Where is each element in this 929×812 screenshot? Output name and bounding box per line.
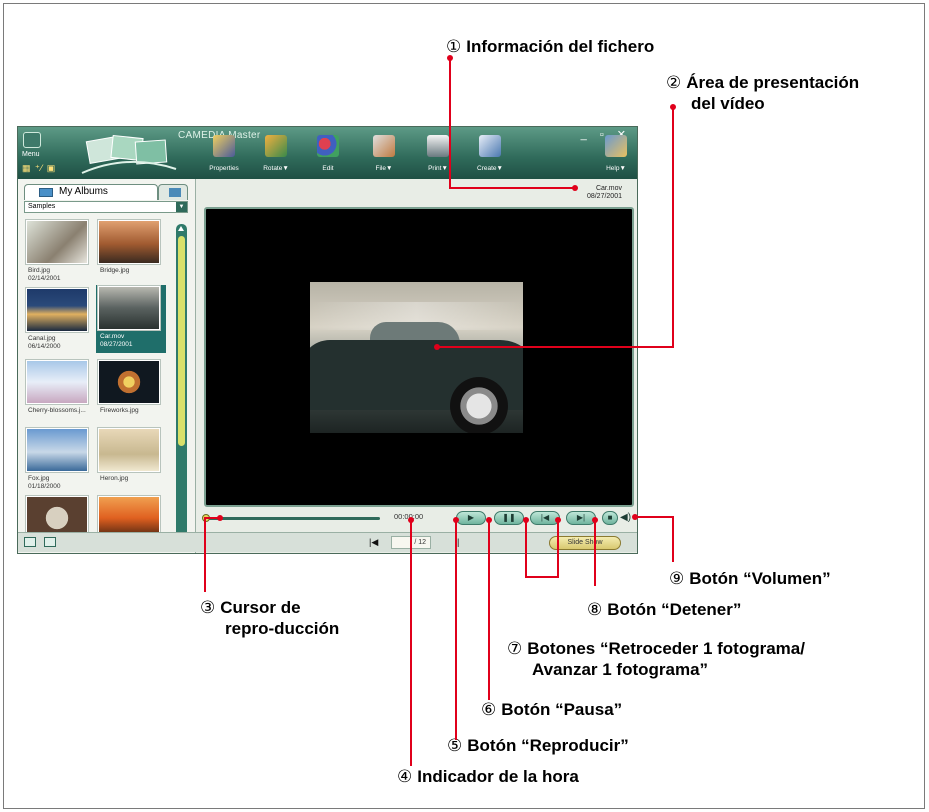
thumbnail-item[interactable]: Fireworks.jpg xyxy=(96,359,166,427)
title-bar: Menu ▦ ⁺⁄ ▣ CAMEDIA Master _ ▫ ✕ Propert… xyxy=(18,127,637,179)
annotation-play-button: ⑤ Botón “Reproducir” xyxy=(447,736,629,755)
last-page-icon[interactable]: | xyxy=(457,537,459,547)
thumbnail-item[interactable]: Heron.jpg xyxy=(96,427,166,495)
create-button[interactable]: Create▼ xyxy=(470,135,510,172)
video-frame xyxy=(310,282,523,433)
slideshow-button[interactable]: Slide Show xyxy=(549,536,621,550)
scroll-up-icon[interactable] xyxy=(178,226,184,231)
edit-icon xyxy=(317,135,339,157)
stop-button[interactable]: ■ xyxy=(602,511,618,525)
edit-button[interactable]: Edit xyxy=(308,135,348,172)
rotate-button[interactable]: Rotate▼ xyxy=(256,135,296,172)
file-icon xyxy=(373,135,395,157)
menu-icon[interactable] xyxy=(23,132,41,148)
logo-art-icon xyxy=(81,134,177,174)
thumbnail-image xyxy=(26,288,88,332)
print-icon xyxy=(427,135,449,157)
annotation-file-info: ① Información del fichero xyxy=(446,37,655,56)
thumbnail-image xyxy=(98,428,160,472)
playback-cursor[interactable] xyxy=(202,514,210,522)
properties-button[interactable]: Properties xyxy=(204,135,244,172)
help-icon xyxy=(605,135,627,157)
create-icon xyxy=(479,135,501,157)
pause-button[interactable]: ❚❚ xyxy=(494,511,524,525)
thumbnail-image xyxy=(26,360,88,404)
thumbnail-image xyxy=(98,360,160,404)
album-icon xyxy=(39,188,53,197)
annotation-playback-cursor: ③ Cursor de repro-ducción xyxy=(200,598,340,638)
thumbnail-image xyxy=(26,220,88,264)
album-select[interactable]: Samples ▼ xyxy=(24,201,188,213)
thumbnail-item[interactable]: Bird.jpg 02/14/2001 xyxy=(24,219,94,287)
file-button[interactable]: File▼ xyxy=(364,135,404,172)
page-indicator: / 12 xyxy=(391,536,431,549)
volume-button[interactable]: ◀) xyxy=(620,512,631,523)
thumbnail-item-selected[interactable]: Car.mov 08/27/2001 xyxy=(96,285,166,353)
annotation-time-indicator: ④ Indicador de la hora xyxy=(397,767,579,786)
status-bar: |◀ / 12 | Slide Show xyxy=(18,532,637,552)
seek-bar[interactable] xyxy=(206,517,380,520)
print-button[interactable]: Print▼ xyxy=(418,135,458,172)
annotation-volume-button: ⑨ Botón “Volumen” xyxy=(669,569,831,588)
next-frame-button[interactable]: ▶| xyxy=(566,511,596,525)
annotation-stop-button: ⑧ Botón “Detener” xyxy=(587,600,742,619)
view-mode-icons[interactable]: ▦ ⁺⁄ ▣ xyxy=(22,163,56,174)
tab-collection[interactable] xyxy=(158,184,188,200)
scroll-thumb[interactable] xyxy=(178,236,185,446)
album-panel: My Albums Samples ▼ Bird.jpg 02/14/2001 B… xyxy=(18,179,196,553)
app-window: Menu ▦ ⁺⁄ ▣ CAMEDIA Master _ ▫ ✕ Propert… xyxy=(17,126,638,554)
properties-icon xyxy=(213,135,235,157)
play-button[interactable]: ▶ xyxy=(456,511,486,525)
thumbnail-item[interactable]: Fox.jpg 01/18/2000 xyxy=(24,427,94,495)
menu-label: Menu xyxy=(22,151,40,158)
thumbnail-item[interactable]: Canal.jpg 06/14/2000 xyxy=(24,287,94,355)
thumbnail-scrollbar[interactable] xyxy=(176,224,187,548)
thumbnail-image xyxy=(98,286,160,330)
thumbnail-item[interactable]: Cherry-blossoms.j... xyxy=(24,359,94,427)
playback-controls: 00:00:00 ▶ ❚❚ |◀ ▶| ■ ◀) xyxy=(202,511,634,525)
thumbnail-item[interactable]: Bridge.jpg xyxy=(96,219,166,287)
annotation-pause-button: ⑥ Botón “Pausa” xyxy=(481,700,623,719)
thumbnail-grid: Bird.jpg 02/14/2001 Bridge.jpg Canal.jpg 0… xyxy=(24,219,172,552)
file-info: Car.mov 08/27/2001 xyxy=(586,185,622,200)
car-wheel xyxy=(450,377,508,433)
tab-my-albums[interactable]: My Albums xyxy=(24,184,158,200)
help-button[interactable]: Help▼ xyxy=(596,135,636,172)
actual-size-icon[interactable] xyxy=(44,537,56,547)
rotate-icon xyxy=(265,135,287,157)
fit-view-icon[interactable] xyxy=(24,537,36,547)
annotation-frame-buttons: ⑦ Botones “Retroceder 1 fotograma/Avanzar… xyxy=(507,639,805,679)
collection-icon xyxy=(169,188,181,197)
first-page-icon[interactable]: |◀ xyxy=(369,537,378,548)
thumbnail-image xyxy=(98,220,160,264)
prev-frame-button[interactable]: |◀ xyxy=(530,511,560,525)
time-indicator: 00:00:00 xyxy=(394,512,424,521)
annotation-video-area: ② Área de presentación del vídeo xyxy=(666,73,860,113)
video-display-area xyxy=(204,207,634,507)
chevron-down-icon[interactable]: ▼ xyxy=(176,202,187,212)
thumbnail-image xyxy=(26,428,88,472)
